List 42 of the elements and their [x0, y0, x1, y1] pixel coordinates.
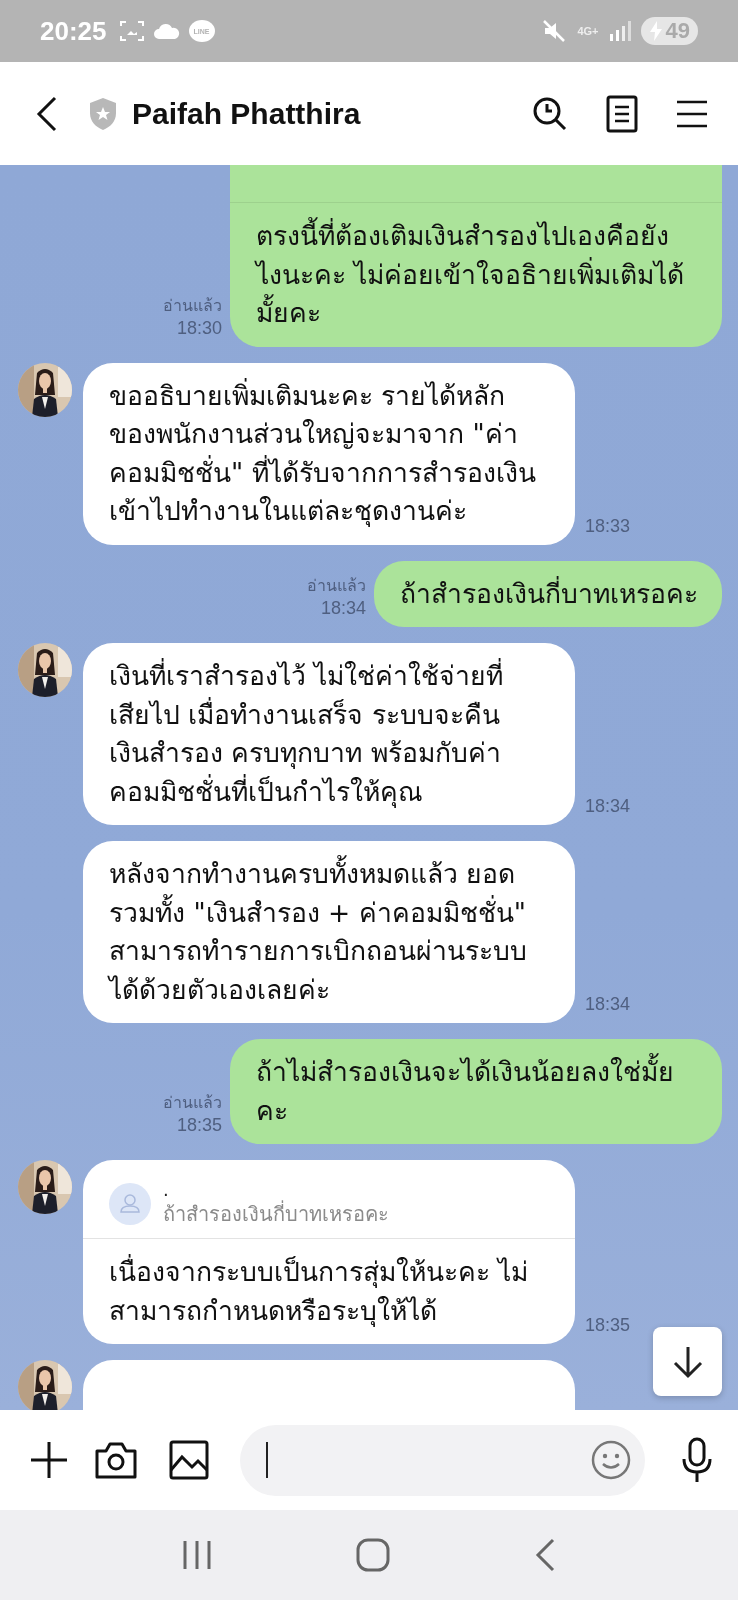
signal-icon	[608, 20, 631, 42]
battery-level: 49	[640, 17, 698, 45]
read-receipt: อ่านแล้ว	[307, 575, 366, 597]
charging-icon	[648, 21, 663, 41]
image-icon[interactable]	[169, 1440, 209, 1480]
message-text: ขออธิบายเพิ่มเติมนะคะ รายได้หลัก ของพนักงานส่วนใหญ่จะมาจาก "ค่า คอมมิชชั่น" ที่ได้รับจากการสำรองเงิน เข้าไปทำงานในแต่ละชุดงานค่ะ	[108, 377, 537, 529]
shield-icon	[88, 96, 118, 131]
message-time: 18:35	[585, 1315, 631, 1336]
read-receipt: อ่านแล้ว	[163, 294, 222, 317]
quoted-message: ถ้าสำรองเงินกี่บาทเหรอคะ	[163, 1200, 389, 1228]
message-text: เงินที่เราสำรองไว้ ไม่ใช่ค่าใช้จ่ายที่ เสียไป เมื่อทำงานเสร็จ ระบบจะคืน เงินสำรอง ครบทุกบาท พร้อมกับค่า คอมมิชชั่นที่เป็นกำไรให้คุณ	[108, 657, 505, 810]
message-time: 18:34	[585, 994, 631, 1015]
notes-icon[interactable]	[606, 94, 638, 133]
scroll-down-button[interactable]	[653, 1327, 722, 1396]
chat-title: Paifah Phatthira	[132, 96, 361, 131]
microphone-icon[interactable]	[682, 1437, 712, 1483]
search-icon[interactable]	[532, 95, 568, 132]
message-text: เนื่องจากระบบเป็นการสุ่มให้นะคะ ไม่ สามารถกำหนดหรือระบุให้ได้	[108, 1253, 530, 1329]
back-button[interactable]	[36, 95, 58, 132]
message-time: 18:33	[585, 515, 631, 537]
message-text: หลังจากทำงานครบทั้งหมดแล้ว ยอด รวมทั้ง "เงินสำรอง + ค่าคอมมิชชั่น" สามารถทำรายการเบิกถอนผ่านระบบ ได้ด้วยตัวเองเลยค่ะ	[83, 841, 575, 1023]
cloud-icon	[152, 22, 181, 40]
home-button[interactable]	[356, 1538, 390, 1572]
message-text: ถ้าสำรองเงินกี่บาทเหรอคะ	[399, 575, 699, 611]
quoted-sender: .	[163, 1180, 170, 1200]
plus-icon[interactable]	[30, 1441, 68, 1479]
message-text: ตรงนี้ที่ต้องเติมเงินสำรองไปเองคือยัง ไงนะคะ ไม่ค่อยเข้าใจอธิายเพิ่มเติมได้ มั้ยคะ	[230, 203, 722, 347]
emoji-icon[interactable]	[591, 1440, 631, 1480]
network-type: 4G+	[577, 25, 599, 37]
camera-icon[interactable]	[95, 1441, 137, 1479]
person-icon	[109, 1183, 151, 1225]
message-time: 18:34	[585, 796, 631, 817]
message-time: 18:34	[320, 598, 366, 619]
arrow-down-icon	[671, 1344, 704, 1379]
screenshot-icon	[118, 19, 145, 43]
menu-icon[interactable]	[676, 99, 708, 128]
message-text: ถ้าไม่สำรองเงินจะได้เงินน้อยลงใช่มั้ย คะ	[230, 1039, 722, 1144]
message-time: 18:35	[176, 1115, 222, 1136]
read-receipt: อ่านแล้ว	[163, 1092, 222, 1114]
message-time: 18:30	[176, 317, 222, 339]
status-time: 20:25	[40, 15, 107, 47]
recent-apps-button[interactable]	[182, 1539, 212, 1571]
